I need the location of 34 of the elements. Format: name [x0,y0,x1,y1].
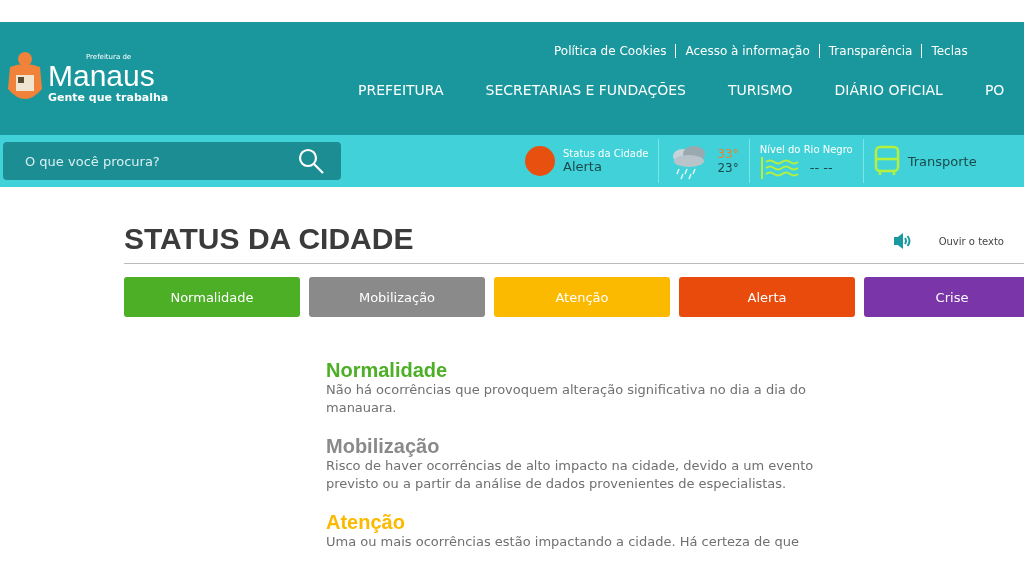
logo-slogan: Gente que trabalha [48,91,169,104]
nav-item[interactable]: TURISMO [727,82,793,98]
top-link[interactable]: Teclas [921,44,968,58]
nav-item[interactable]: DIÁRIO OFICIAL [834,82,943,98]
river-label: Nível do Rio Negro [759,143,853,155]
river-value: -- -- [809,160,833,175]
min-temperature: 23° [717,161,739,175]
top-link[interactable]: Política de Cookies [554,44,667,58]
search-field[interactable]: O que você procura? [3,142,341,180]
status-level-button[interactable]: Mobilização [309,277,485,317]
logo-title: Manaus [48,61,156,91]
speaker-icon[interactable] [892,233,911,249]
status-level-button[interactable]: Alerta [679,277,855,317]
level-description: Uma ou mais ocorrências estão impactando a cidade. Há certeza de que [326,533,800,551]
status-level-button[interactable]: Crise [864,277,1024,317]
status-level-button[interactable]: Normalidade [124,277,300,317]
status-value: Alerta [563,159,603,174]
level-description: Não há ocorrências que provoquem alteração significativa no dia a dia do manauara. [326,381,808,417]
max-temperature: 33° [717,147,739,161]
nav-item[interactable]: PO [984,82,1005,98]
level-heading: Atenção [326,511,406,533]
search-icon[interactable] [297,147,325,175]
top-link[interactable]: Acesso à informação [675,44,810,58]
listen-link[interactable]: Ouvir o texto [938,235,1004,247]
level-heading: Mobilização [326,435,441,457]
nav-item[interactable]: SECRETARIAS E FUNDAÇÕES [485,82,686,98]
bus-icon [873,145,900,177]
transport-link[interactable]: Transporte [862,139,987,183]
status-label: Status da Cidade [563,148,649,159]
nav-item[interactable]: PREFEITURA [358,82,444,98]
page-title: STATUS DA CIDADE [124,223,414,255]
level-heading: Normalidade [326,359,449,381]
top-link[interactable]: Transparência [818,44,913,58]
level-description: Risco de haver ocorrências de alto impacto na cidade, devido a um evento previsto ou a partir da análise de dados provenientes de especialistas. [326,457,815,493]
